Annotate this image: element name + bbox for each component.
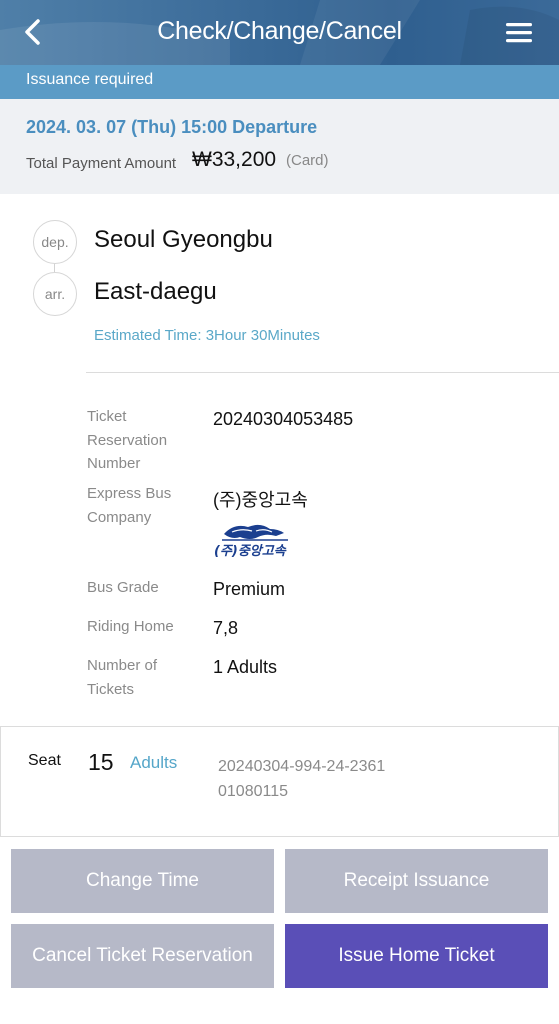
bus-grade-value: Premium xyxy=(213,579,286,599)
departure-terminal: Seoul Gyeongbu xyxy=(94,226,273,253)
ticket-count-label: Number of Tickets xyxy=(87,657,158,698)
seat-ticket-code: 20240304-994-24-2361 01080115 xyxy=(218,754,385,804)
hamburger-menu-icon xyxy=(506,23,532,43)
payment-method: (Card) xyxy=(286,152,329,169)
route-section: dep. Seoul Gyeongbu arr. East-daegu Esti… xyxy=(0,194,559,374)
arrival-badge: arr. xyxy=(33,272,77,316)
bus-grade-label: Bus Grade xyxy=(87,579,159,596)
estimated-time: Estimated Time: 3Hour 30Minutes xyxy=(94,327,320,344)
ticket-count-value: 1 Adults xyxy=(213,657,278,677)
app-header: Check/Change/Cancel xyxy=(0,0,559,65)
arrival-terminal: East-daegu xyxy=(94,278,217,305)
bus-company-value: (주)중앙고속 xyxy=(213,490,308,510)
page-title: Check/Change/Cancel xyxy=(157,17,402,45)
departure-badge: dep. xyxy=(33,220,77,264)
seat-passenger-type: Adults xyxy=(130,753,178,772)
issuance-status-bar: Issuance required xyxy=(0,65,559,99)
company-logo: (주)중앙고속 xyxy=(214,524,288,559)
riding-home-label: Riding Home xyxy=(87,618,174,635)
issue-home-ticket-button[interactable]: Issue Home Ticket xyxy=(285,924,548,988)
change-time-button[interactable]: Change Time xyxy=(11,849,274,913)
ticket-details: Ticket Reservation Number 20240304053485… xyxy=(0,373,559,725)
booking-summary: 2024. 03. 07 (Thu) 15:00 Departure Total… xyxy=(0,99,559,194)
cancel-reservation-button[interactable]: Cancel Ticket Reservation xyxy=(11,924,274,988)
seat-ticket-code-line2: 01080115 xyxy=(218,783,288,800)
reservation-number-value: 20240304053485 xyxy=(213,409,354,429)
company-logo-text: (주)중앙고속 xyxy=(214,543,287,559)
riding-home-value: 7,8 xyxy=(213,618,239,638)
total-payment-label: Total Payment Amount xyxy=(26,155,177,172)
bus-company-label: Express Bus Company xyxy=(87,485,172,526)
seat-card: Seat 15 Adults 20240304-994-24-2361 0108… xyxy=(0,726,559,837)
seat-ticket-code-line1: 20240304-994-24-2361 xyxy=(218,758,386,775)
reservation-number-label: Ticket Reservation Number xyxy=(87,408,168,472)
seat-label: Seat xyxy=(28,752,61,769)
departure-datetime: 2024. 03. 07 (Thu) 15:00 Departure xyxy=(26,117,318,137)
menu-button[interactable] xyxy=(504,20,534,46)
receipt-issuance-button[interactable]: Receipt Issuance xyxy=(285,849,548,913)
seat-number: 15 xyxy=(88,749,114,775)
total-payment-amount: ₩33,200 xyxy=(192,148,277,171)
